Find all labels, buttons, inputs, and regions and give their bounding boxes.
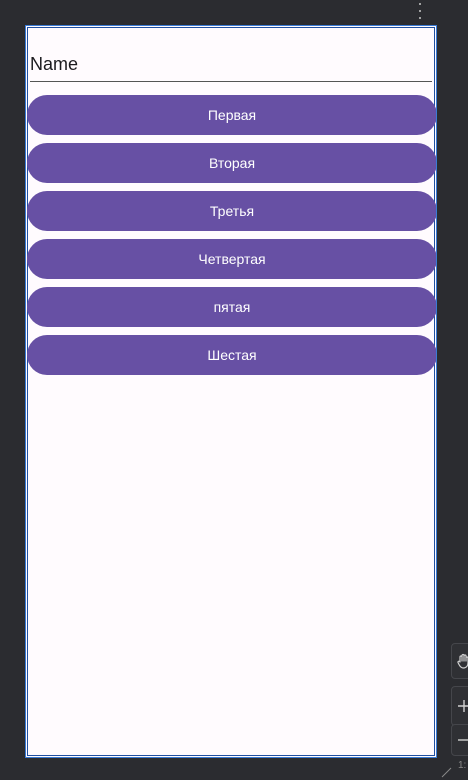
zoom-in-icon[interactable]	[451, 686, 468, 726]
button-second[interactable]: Вторая	[27, 143, 436, 183]
pan-hand-icon[interactable]	[451, 643, 468, 679]
zoom-out-icon[interactable]	[451, 724, 468, 756]
zoom-level-label: 1:	[458, 760, 467, 771]
button-third[interactable]: Третья	[27, 191, 436, 231]
resize-grip-icon[interactable]	[440, 766, 452, 778]
button-fourth[interactable]: Четвертая	[27, 239, 436, 279]
button-first[interactable]: Первая	[27, 95, 436, 135]
name-input[interactable]	[30, 48, 432, 82]
minus-glyph	[458, 739, 468, 741]
device-screen: Первая Вторая Третья Четвертая пятая Шес…	[25, 25, 437, 758]
button-fifth[interactable]: пятая	[27, 287, 436, 327]
kebab-menu-icon[interactable]	[413, 2, 427, 20]
button-sixth[interactable]: Шестая	[27, 335, 436, 375]
pan-hand-glyph	[457, 653, 468, 669]
selection-outline	[27, 27, 435, 756]
plus-glyph	[458, 700, 468, 712]
